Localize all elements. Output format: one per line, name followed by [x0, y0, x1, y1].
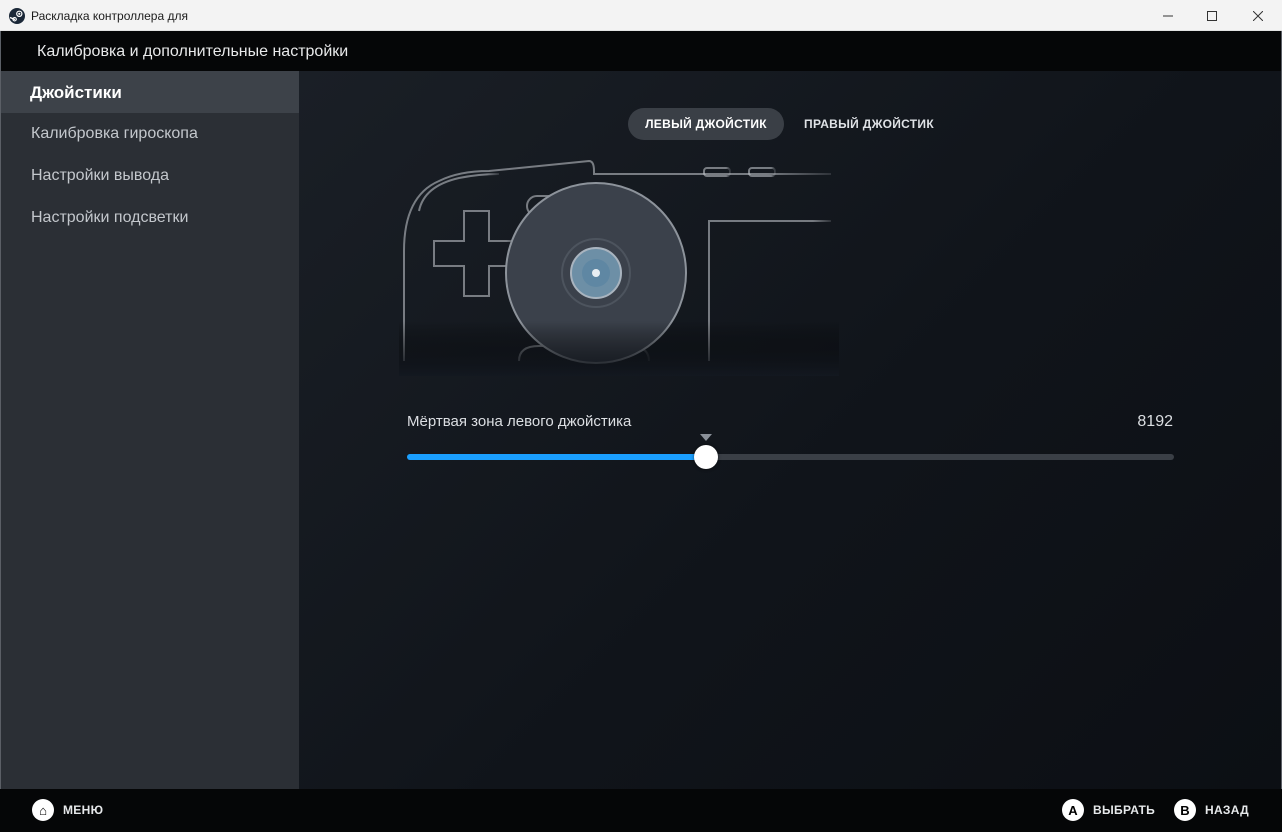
sidebar-item-label: Калибровка гироскопа — [31, 125, 198, 142]
maximize-icon — [1207, 10, 1217, 21]
sidebar-item-joysticks[interactable]: Джойстики — [1, 71, 299, 113]
maximize-button[interactable] — [1189, 0, 1235, 31]
close-icon — [1253, 10, 1263, 21]
menu-label: МЕНЮ — [63, 803, 104, 817]
sidebar-item-lighting-settings[interactable]: Настройки подсветки — [1, 197, 299, 239]
sidebar-item-label: Настройки подсветки — [31, 209, 189, 226]
window-title: Раскладка контроллера для — [31, 9, 188, 23]
steam-icon — [9, 8, 25, 24]
select-button[interactable]: A ВЫБРАТЬ — [1062, 799, 1155, 821]
deadzone-slider[interactable] — [407, 434, 1174, 469]
select-label: ВЫБРАТЬ — [1093, 803, 1156, 817]
b-button-icon: B — [1174, 799, 1196, 821]
tab-left-joystick[interactable]: ЛЕВЫЙ ДЖОЙСТИК — [628, 108, 784, 140]
back-label: НАЗАД — [1205, 803, 1250, 817]
sidebar-item-gyro-calibration[interactable]: Калибровка гироскопа — [1, 113, 299, 155]
menu-button[interactable]: ⌂ МЕНЮ — [32, 799, 103, 821]
slider-fill — [407, 454, 706, 460]
slider-default-marker — [700, 434, 712, 441]
tab-label: ЛЕВЫЙ ДЖОЙСТИК — [645, 117, 767, 131]
home-icon: ⌂ — [32, 799, 54, 821]
window-titlebar: Раскладка контроллера для — [0, 0, 1282, 31]
back-button[interactable]: B НАЗАД — [1174, 799, 1249, 821]
deadzone-slider-value: 8192 — [1137, 413, 1173, 430]
deadzone-slider-label: Мёртвая зона левого джойстика — [407, 413, 632, 430]
sidebar-item-label: Джойстики — [30, 83, 122, 102]
a-button-icon: A — [1062, 799, 1084, 821]
tab-right-joystick[interactable]: ПРАВЫЙ ДЖОЙСТИК — [791, 108, 947, 140]
minimize-icon — [1163, 15, 1173, 16]
controller-illustration — [399, 156, 839, 376]
close-button[interactable] — [1235, 0, 1281, 31]
page-title: Калибровка и дополнительные настройки — [37, 43, 349, 60]
sidebar-item-output-settings[interactable]: Настройки вывода — [1, 155, 299, 197]
sidebar-item-label: Настройки вывода — [31, 167, 169, 184]
main-panel: ЛЕВЫЙ ДЖОЙСТИК ПРАВЫЙ ДЖОЙСТИК Мёртвая з… — [299, 71, 1281, 789]
footer-bar: ⌂ МЕНЮ A ВЫБРАТЬ B НАЗАД — [0, 789, 1282, 832]
sidebar: Джойстики Калибровка гироскопа Настройки… — [1, 71, 299, 789]
window-border-left — [0, 31, 1, 832]
slider-thumb[interactable] — [694, 445, 718, 469]
minimize-button[interactable] — [1145, 0, 1191, 31]
page-header: Калибровка и дополнительные настройки — [0, 31, 1282, 71]
tab-label: ПРАВЫЙ ДЖОЙСТИК — [804, 117, 934, 131]
